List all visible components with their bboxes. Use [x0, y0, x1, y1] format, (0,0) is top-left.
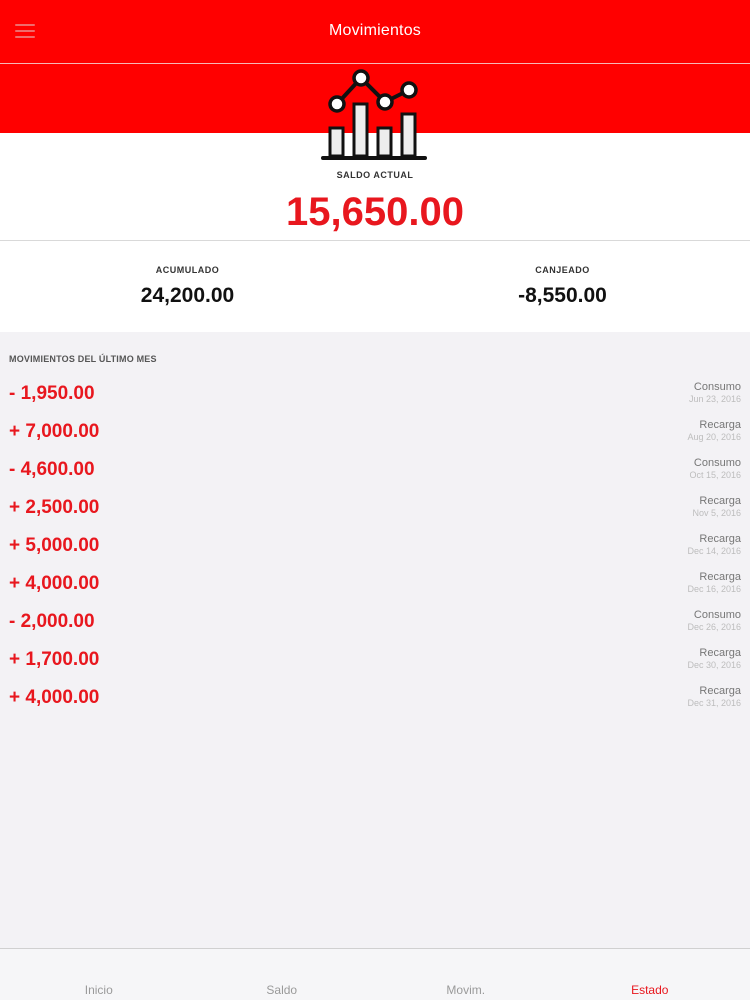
- movements-section-title: MOVIMIENTOS DEL ÚLTIMO MES: [9, 354, 157, 364]
- movement-amount: + 4,000.00: [9, 573, 100, 594]
- bar-line-chart-icon: [321, 69, 427, 160]
- movement-date: Dec 26, 2016: [687, 622, 741, 632]
- movement-type: Recarga: [699, 419, 741, 431]
- list-item[interactable]: + 4,000.00 Recarga Dec 16, 2016: [0, 569, 750, 607]
- movement-date: Dec 14, 2016: [687, 546, 741, 556]
- movement-type: Recarga: [699, 495, 741, 507]
- list-item[interactable]: + 5,000.00 Recarga Dec 14, 2016: [0, 531, 750, 569]
- movement-type: Consumo: [693, 457, 741, 469]
- list-item[interactable]: + 7,000.00 Recarga Aug 20, 2016: [0, 417, 750, 455]
- tab-movim[interactable]: Movim.: [372, 983, 560, 997]
- acumulado-value: 24,200.00: [140, 284, 235, 307]
- movement-type: Recarga: [699, 533, 741, 545]
- movement-type: Recarga: [699, 685, 741, 697]
- movement-amount: - 2,000.00: [9, 611, 95, 632]
- movement-type: Recarga: [699, 647, 741, 659]
- movement-date: Dec 30, 2016: [687, 660, 741, 670]
- totals-panel: ACUMULADO 24,200.00 CANJEADO -8,550.00: [0, 241, 750, 332]
- acumulado-label: ACUMULADO: [155, 265, 220, 275]
- acumulado-block: ACUMULADO 24,200.00: [0, 241, 375, 308]
- movement-date: Jun 23, 2016: [688, 394, 741, 404]
- canjeado-label: CANJEADO: [535, 265, 590, 275]
- list-item[interactable]: - 4,600.00 Consumo Oct 15, 2016: [0, 455, 750, 493]
- movement-type: Consumo: [693, 381, 741, 393]
- movement-date: Dec 31, 2016: [687, 698, 741, 708]
- movement-date: Aug 20, 2016: [687, 432, 741, 442]
- list-item[interactable]: + 4,000.00 Recarga Dec 31, 2016: [0, 683, 750, 721]
- tab-saldo[interactable]: Saldo: [188, 983, 376, 997]
- tab-inicio[interactable]: Inicio: [5, 983, 193, 997]
- movement-amount: - 4,600.00: [9, 459, 95, 480]
- movement-amount: - 1,950.00: [9, 383, 95, 404]
- movement-amount: + 1,700.00: [9, 649, 100, 670]
- movement-amount: + 7,000.00: [9, 421, 100, 442]
- movement-date: Oct 15, 2016: [689, 470, 741, 480]
- page-title: Movimientos: [328, 22, 421, 39]
- canjeado-value: -8,550.00: [518, 284, 607, 307]
- movements-list: - 1,950.00 Consumo Jun 23, 2016 + 7,000.…: [0, 379, 750, 721]
- movement-type: Consumo: [693, 609, 741, 621]
- tab-estado[interactable]: Estado: [556, 983, 744, 997]
- saldo-label: SALDO ACTUAL: [336, 170, 414, 180]
- saldo-value: 15,650.00: [286, 190, 464, 234]
- movement-date: Dec 16, 2016: [687, 584, 741, 594]
- list-item[interactable]: - 2,000.00 Consumo Dec 26, 2016: [0, 607, 750, 645]
- movement-amount: + 4,000.00: [9, 687, 100, 708]
- list-item[interactable]: + 1,700.00 Recarga Dec 30, 2016: [0, 645, 750, 683]
- movement-type: Recarga: [699, 571, 741, 583]
- tab-bar: Inicio Saldo Movim. Estado: [0, 948, 750, 1000]
- movement-date: Nov 5, 2016: [692, 508, 741, 518]
- app-screen: Movimientos SALDO ACTUAL 15,650.00 ACUMU…: [0, 0, 750, 1000]
- movement-amount: + 2,500.00: [9, 497, 100, 518]
- list-item[interactable]: + 2,500.00 Recarga Nov 5, 2016: [0, 493, 750, 531]
- canjeado-block: CANJEADO -8,550.00: [375, 241, 750, 308]
- movement-amount: + 5,000.00: [9, 535, 100, 556]
- nav-bar: Movimientos: [0, 0, 750, 64]
- list-item[interactable]: - 1,950.00 Consumo Jun 23, 2016: [0, 379, 750, 417]
